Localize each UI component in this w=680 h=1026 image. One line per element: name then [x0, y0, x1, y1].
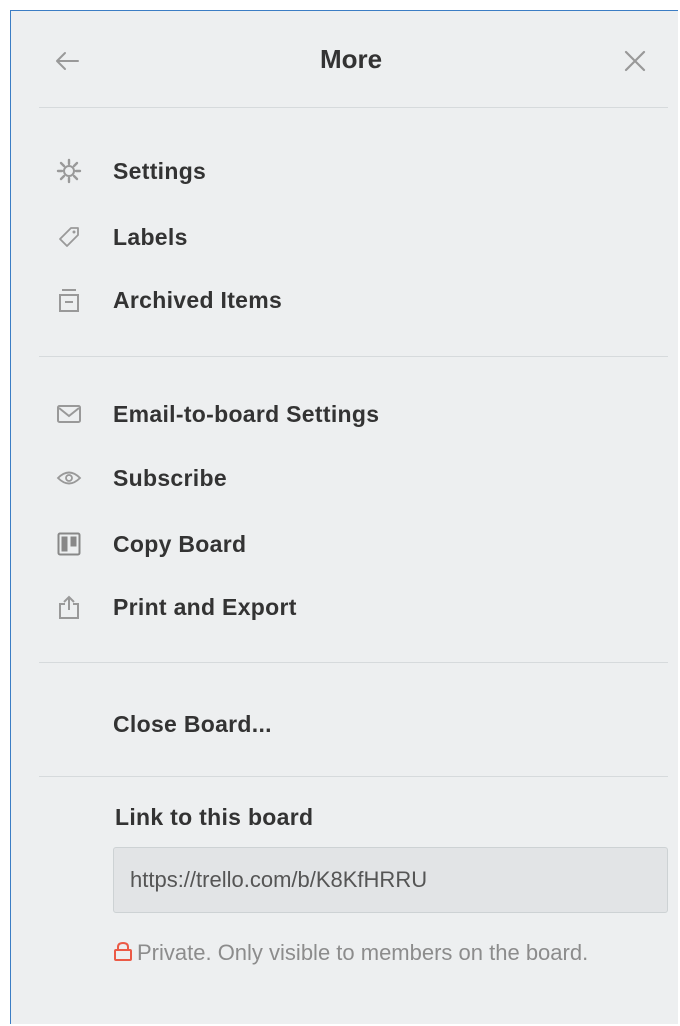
menu-item-subscribe[interactable]: Subscribe — [51, 452, 651, 504]
divider — [39, 776, 668, 777]
menu-item-label: Print and Export — [113, 593, 297, 620]
close-board-button[interactable]: Close Board... — [113, 699, 272, 749]
menu-item-settings[interactable]: Settings — [51, 145, 651, 197]
menu-item-copy-board[interactable]: Copy Board — [51, 518, 651, 570]
menu-item-email-to-board-settings[interactable]: Email-to-board Settings — [51, 388, 651, 440]
menu-item-label: Subscribe — [113, 464, 227, 491]
board-link-input[interactable] — [113, 847, 668, 913]
menu-item-labels[interactable]: Labels — [51, 211, 651, 263]
tag-icon — [55, 223, 83, 251]
email-icon — [55, 400, 83, 428]
share-icon — [55, 593, 83, 621]
menu-item-label: Archived Items — [113, 286, 283, 313]
link-heading: Link to this board — [115, 804, 314, 830]
more-menu-panel: More Settings Labels Archived Items Emai… — [10, 10, 678, 1024]
close-icon[interactable] — [615, 41, 655, 81]
lock-icon — [113, 937, 133, 961]
menu-item-label: Labels — [113, 223, 188, 250]
menu-item-label: Settings — [113, 157, 207, 184]
divider — [39, 662, 668, 663]
privacy-note: Private. Only visible to members on the … — [113, 936, 663, 969]
board-icon — [55, 530, 83, 558]
eye-icon — [55, 464, 83, 492]
panel-title: More — [319, 44, 383, 74]
menu-item-archived-items[interactable]: Archived Items — [51, 274, 651, 326]
menu-item-label: Copy Board — [113, 530, 247, 557]
menu-item-print-and-export[interactable]: Print and Export — [51, 581, 651, 633]
gear-icon — [55, 157, 83, 185]
divider — [39, 107, 668, 108]
archive-icon — [55, 286, 83, 314]
menu-item-label: Email-to-board Settings — [113, 400, 380, 427]
divider — [39, 356, 668, 357]
panel-header: More — [11, 11, 678, 107]
privacy-text: Private. Only visible to members on the … — [137, 940, 589, 965]
